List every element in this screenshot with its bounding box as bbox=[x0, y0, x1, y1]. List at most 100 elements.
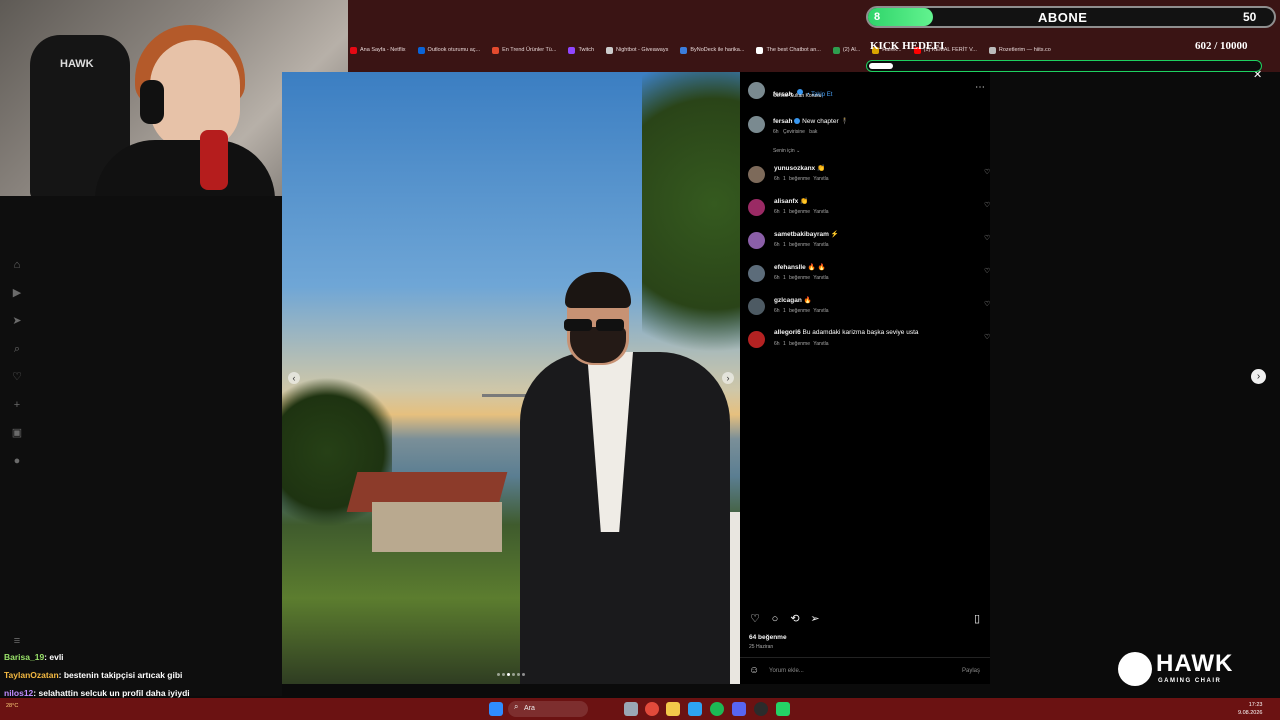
reply-link[interactable]: Yanıtla bbox=[813, 242, 828, 248]
messages-icon[interactable]: ➤ bbox=[10, 314, 24, 328]
comment-row: alisanfx 👏 6h 1 beğenme Yanıtla ♡ bbox=[748, 197, 990, 227]
kick-goal-count: 602 / 10000 bbox=[1195, 40, 1248, 52]
reply-link[interactable]: Yanıtla bbox=[813, 341, 828, 347]
reply-link[interactable]: Yanıtla bbox=[813, 209, 828, 215]
carousel-dots bbox=[497, 673, 525, 676]
taskbar-search[interactable]: Ara bbox=[508, 701, 588, 717]
reply-link[interactable]: Yanıtla bbox=[813, 275, 828, 281]
chat-text: : bestenin takipçisi artıcak gibi bbox=[58, 670, 183, 680]
bookmark-label: Twitch bbox=[578, 47, 595, 53]
chrome-icon[interactable] bbox=[645, 702, 659, 716]
bookmark-icon[interactable]: ▯ bbox=[970, 612, 984, 626]
menu-icon[interactable]: ≡ bbox=[10, 634, 24, 648]
translate-link[interactable]: Çevirisine bak bbox=[783, 129, 817, 135]
spotify-icon[interactable] bbox=[710, 702, 724, 716]
task-view-icon[interactable] bbox=[624, 702, 638, 716]
bookmark-label: Rozetlerim — hiits.co bbox=[998, 47, 1051, 53]
comment-time: 6h bbox=[774, 341, 780, 347]
comment-likes[interactable]: 1 beğenme bbox=[783, 176, 810, 182]
bookmark-item[interactable]: Nightbot - Giveaways bbox=[606, 46, 668, 54]
create-icon[interactable]: + bbox=[10, 398, 24, 412]
dashboard-icon[interactable]: ▣ bbox=[10, 426, 24, 440]
carousel-next-button[interactable]: › bbox=[722, 372, 734, 384]
comment-likes[interactable]: 1 beğenme bbox=[783, 341, 810, 347]
comment-meta: 6h 1 beğenme Yanıtla bbox=[774, 341, 829, 347]
weather-widget[interactable]: 28°C bbox=[6, 703, 18, 709]
home-icon[interactable]: ⌂ bbox=[10, 258, 24, 272]
subscriber-goal-title: ABONE bbox=[1038, 10, 1088, 25]
commenter-avatar[interactable] bbox=[748, 331, 765, 348]
discord-icon[interactable] bbox=[732, 702, 746, 716]
carousel-prev-button[interactable]: ‹ bbox=[288, 372, 300, 384]
whatsapp-icon[interactable] bbox=[776, 702, 790, 716]
comment-body: alisanfx 👏 bbox=[774, 197, 808, 205]
post-date: 25 Haziran bbox=[749, 644, 774, 650]
commenter-avatar[interactable] bbox=[748, 166, 765, 183]
search-icon[interactable]: ⌕ bbox=[10, 342, 24, 356]
comment-likes[interactable]: 1 beğenme bbox=[783, 308, 810, 314]
bookmark-label: ByNoDeck ile harika... bbox=[690, 47, 745, 53]
comment-icon[interactable]: ○ bbox=[768, 612, 782, 626]
like-icon[interactable]: ♡ bbox=[748, 612, 762, 626]
repost-icon[interactable]: ⟲ bbox=[788, 612, 802, 626]
reels-icon[interactable]: ▶ bbox=[10, 286, 24, 300]
commenter-username[interactable]: gzlcagan bbox=[774, 297, 802, 304]
bookmark-item[interactable]: The best Chatbot an... bbox=[756, 46, 821, 54]
chat-message: TaylanOzatan: bestenin takipçisi artıcak… bbox=[4, 670, 182, 680]
caption-username[interactable]: fersah bbox=[773, 118, 793, 125]
more-options-icon[interactable]: ⋯ bbox=[975, 82, 985, 93]
clock[interactable]: 17:23 9.08.2026 bbox=[1238, 701, 1262, 717]
emoji-icon[interactable]: ☺ bbox=[749, 665, 759, 676]
next-post-button[interactable]: › bbox=[1251, 369, 1266, 384]
comment-time: 6h bbox=[774, 308, 780, 314]
comment-likes[interactable]: 1 beğenme bbox=[783, 242, 810, 248]
caption-avatar[interactable] bbox=[748, 116, 765, 133]
comment-time: 6h bbox=[774, 242, 780, 248]
comment-likes[interactable]: 1 beğenme bbox=[783, 275, 810, 281]
post-comment-button[interactable]: Paylaş bbox=[962, 668, 980, 674]
comment-likes[interactable]: 1 beğenme bbox=[783, 209, 810, 215]
like-count[interactable]: 64 beğenme bbox=[749, 634, 787, 641]
bookmark-item[interactable]: Twitch bbox=[568, 46, 595, 54]
kick-goal-bar bbox=[866, 60, 1262, 72]
profile-icon[interactable]: ● bbox=[10, 454, 24, 468]
store-icon[interactable] bbox=[688, 702, 702, 716]
obs-icon[interactable] bbox=[754, 702, 768, 716]
commenter-avatar[interactable] bbox=[748, 232, 765, 249]
reply-link[interactable]: Yanıtla bbox=[813, 176, 828, 182]
commenter-username[interactable]: alisanfx bbox=[774, 198, 798, 205]
caption-meta: 6h Çevirisine bak bbox=[773, 129, 817, 135]
comment-row: gzlcagan 🔥 6h 1 beğenme Yanıtla ♡ bbox=[748, 296, 990, 326]
comment-body: yunusozkanx 👏 bbox=[774, 164, 825, 172]
commenter-username[interactable]: sametbakibayram bbox=[774, 231, 829, 238]
taskbar-search-label: Ara bbox=[524, 705, 535, 712]
commenter-username[interactable]: allegori6 bbox=[774, 329, 801, 336]
share-icon[interactable]: ➢ bbox=[808, 612, 822, 626]
comment-time: 6h bbox=[774, 275, 780, 281]
bookmark-item[interactable]: ByNoDeck ile harika... bbox=[680, 46, 745, 54]
start-icon[interactable] bbox=[489, 702, 503, 716]
commenter-avatar[interactable] bbox=[748, 265, 765, 282]
comment-input[interactable]: Yorum ekle... bbox=[769, 668, 804, 674]
bookmark-item[interactable]: Ana Sayfa - Netflix bbox=[350, 46, 406, 54]
reply-link[interactable]: Yanıtla bbox=[813, 308, 828, 314]
bookmark-item[interactable]: (2) Al... bbox=[832, 46, 860, 54]
commenter-avatar[interactable] bbox=[748, 298, 765, 315]
bookmark-item[interactable]: Rozetlerim — hiits.co bbox=[988, 46, 1051, 54]
commenter-avatar[interactable] bbox=[748, 199, 765, 216]
stream-chat: Barisa_19: evli TaylanOzatan: bestenin ta… bbox=[0, 648, 282, 716]
commenter-username[interactable]: efehanslle bbox=[774, 264, 806, 271]
comment-row: allegori6 Bu adamdaki karizma başka sevi… bbox=[748, 329, 990, 359]
notifications-icon[interactable]: ♡ bbox=[10, 370, 24, 384]
comment-text: 👏 bbox=[817, 165, 826, 172]
commenter-username[interactable]: yunusozkanx bbox=[774, 165, 815, 172]
file-explorer-icon[interactable] bbox=[666, 702, 680, 716]
bookmark-item[interactable]: En Trend Ürünler Tü... bbox=[492, 46, 556, 54]
bookmark-item[interactable]: Outlook oturumu aç... bbox=[417, 46, 480, 54]
modal-backdrop[interactable] bbox=[990, 72, 1280, 684]
bookmark-icon bbox=[756, 46, 764, 54]
author-avatar[interactable] bbox=[748, 82, 765, 99]
comment-text: ⚡ bbox=[830, 231, 839, 238]
for-you-filter[interactable]: Senin için ⌄ bbox=[773, 148, 800, 154]
post-location[interactable]: Cemile Sultan Korusu bbox=[773, 93, 821, 99]
